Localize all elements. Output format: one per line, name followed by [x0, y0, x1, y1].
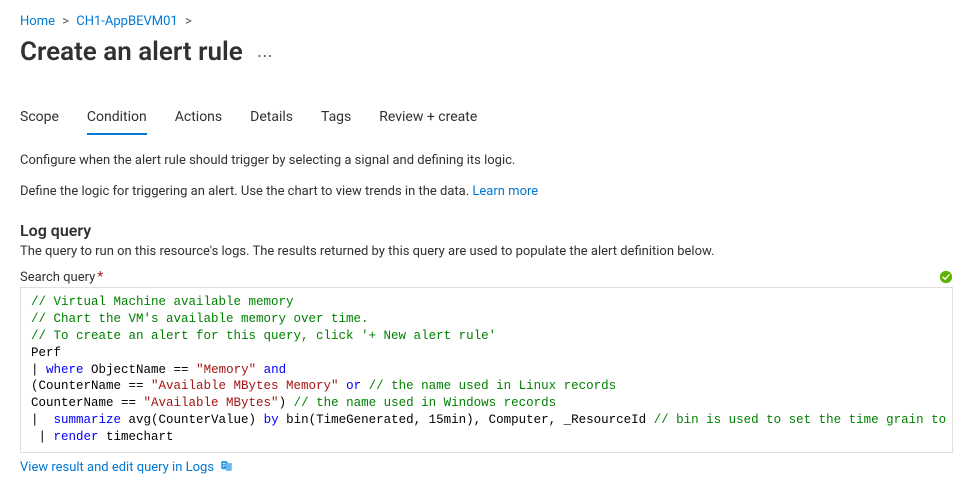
code-text: bin(TimeGenerated, 15min), Computer, _Re…	[279, 413, 654, 427]
code-keyword: render	[54, 430, 99, 444]
code-string: "Available MBytes Memory"	[151, 379, 339, 393]
code-text: avg(CounterValue)	[121, 413, 264, 427]
code-text: )	[279, 396, 294, 410]
breadcrumb-sep-1: >	[62, 14, 69, 29]
code-text: Perf	[31, 346, 61, 360]
search-query-label-wrap: Search query*	[20, 269, 103, 285]
tab-scope[interactable]: Scope	[20, 103, 59, 135]
title-row: Create an alert rule ⋯	[20, 37, 953, 75]
code-comment: // the name used in Linux records	[369, 379, 617, 393]
log-query-header: Log query	[20, 221, 953, 240]
code-keyword: or	[339, 379, 369, 393]
intro-text-1: Configure when the alert rule should tri…	[20, 153, 953, 168]
code-string: "Memory"	[196, 363, 256, 377]
tab-actions[interactable]: Actions	[175, 103, 222, 135]
more-actions-icon[interactable]: ⋯	[257, 40, 275, 65]
code-comment: // bin is used to set the time grain to …	[654, 413, 953, 427]
learn-more-link[interactable]: Learn more	[472, 184, 538, 199]
search-query-label: Search query	[20, 270, 95, 285]
code-text: ObjectName ==	[84, 363, 197, 377]
code-keyword: where	[46, 363, 84, 377]
check-circle-icon	[939, 270, 953, 284]
code-text: (CounterName ==	[31, 379, 151, 393]
intro-text-2: Define the logic for triggering an alert…	[20, 184, 953, 199]
code-keyword: summarize	[54, 413, 122, 427]
page-title: Create an alert rule	[20, 37, 243, 67]
breadcrumb-sep-2: >	[185, 14, 192, 29]
tabs: Scope Condition Actions Details Tags Rev…	[20, 103, 953, 135]
breadcrumb: Home > CH1-AppBEVM01 >	[20, 10, 953, 37]
code-keyword: by	[264, 413, 279, 427]
breadcrumb-home[interactable]: Home	[20, 14, 55, 29]
code-comment: // Chart the VM's available memory over …	[31, 312, 369, 326]
search-query-input[interactable]: // Virtual Machine available memory // C…	[20, 287, 953, 453]
tab-tags[interactable]: Tags	[321, 103, 351, 135]
code-comment: // To create an alert for this query, cl…	[31, 329, 496, 343]
tab-details[interactable]: Details	[250, 103, 293, 135]
intro-text-2-body: Define the logic for triggering an alert…	[20, 184, 469, 199]
code-text: |	[31, 430, 54, 444]
logs-icon[interactable]	[220, 459, 234, 477]
code-text: |	[31, 363, 46, 377]
code-comment: // Virtual Machine available memory	[31, 295, 294, 309]
code-text: |	[31, 413, 54, 427]
code-comment: // the name used in Windows records	[294, 396, 557, 410]
code-text: timechart	[99, 430, 174, 444]
code-keyword: and	[256, 363, 286, 377]
view-results-row: View result and edit query in Logs	[20, 459, 953, 477]
code-string: "Available MBytes"	[144, 396, 279, 410]
required-asterisk: *	[97, 269, 103, 285]
tab-condition[interactable]: Condition	[87, 103, 147, 135]
code-text: CounterName ==	[31, 396, 144, 410]
search-query-label-row: Search query*	[20, 269, 953, 285]
breadcrumb-item-1[interactable]: CH1-AppBEVM01	[76, 14, 177, 29]
view-results-link[interactable]: View result and edit query in Logs	[20, 460, 214, 475]
tab-review[interactable]: Review + create	[379, 103, 477, 135]
log-query-description: The query to run on this resource's logs…	[20, 244, 953, 259]
